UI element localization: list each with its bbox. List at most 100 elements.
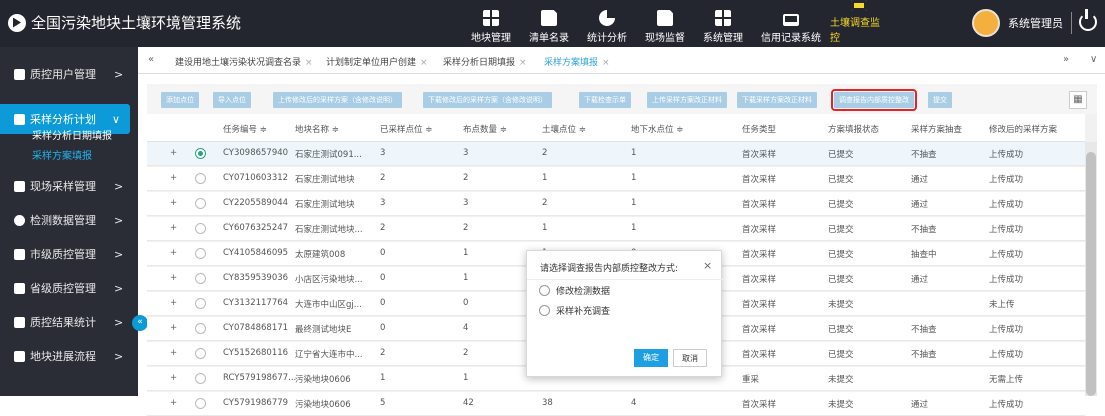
cell-point-count: 1 (463, 373, 469, 383)
table-row[interactable]: + CY0710603312 石家庄测试地块 2 2 1 1 首次采样 已提交 通过 上传成功 (147, 167, 1085, 191)
close-icon[interactable]: × (602, 58, 610, 68)
cell-scheme-check: 通过 (911, 175, 929, 185)
nav-list-directory[interactable]: 清单名录 (520, 0, 578, 47)
expand-row-icon[interactable]: + (170, 148, 177, 158)
close-icon[interactable]: × (420, 58, 428, 68)
expand-row-icon[interactable]: + (170, 248, 177, 258)
expand-row-icon[interactable]: + (170, 223, 177, 233)
row-select-radio[interactable] (195, 248, 206, 259)
logout-icon[interactable] (1079, 9, 1097, 31)
submit-button[interactable]: 提交 (928, 92, 952, 108)
expand-row-icon[interactable]: + (170, 398, 177, 408)
add-point-button[interactable]: 添加点位 (161, 92, 199, 108)
close-icon[interactable]: × (703, 259, 712, 272)
expand-row-icon[interactable]: + (170, 173, 177, 183)
expand-row-icon[interactable]: + (170, 323, 177, 333)
close-icon[interactable]: × (305, 58, 313, 68)
row-select-radio[interactable] (195, 323, 206, 334)
col-plot-name[interactable]: 地块名称 ≑ (295, 123, 339, 135)
expand-row-icon[interactable]: + (170, 198, 177, 208)
nav-field-supervision[interactable]: 现场监督 (636, 0, 694, 47)
table-row[interactable]: + CY3098657940 石家庄测试091... 3 3 2 1 首次采样 已提交 不抽查 上传… (147, 142, 1085, 166)
nav-statistics[interactable]: 统计分析 (578, 0, 636, 47)
row-select-radio[interactable] (195, 148, 206, 159)
cell-scheme-status: 未提交 (828, 300, 854, 310)
internal-qc-rectify-button[interactable]: 调查报告内部质控整改 (831, 89, 917, 111)
expand-row-icon[interactable]: + (170, 373, 177, 383)
col-sampled-points[interactable]: 已采样点位 ≑ (380, 123, 432, 135)
nav-plot-management[interactable]: 地块管理 (462, 0, 520, 47)
cell-sampled-points: 1 (380, 373, 386, 383)
download-checklist-button[interactable]: 下载检查示单 (579, 92, 631, 108)
cell-scheme-check: 不抽查 (911, 150, 937, 160)
row-select-radio[interactable] (195, 273, 206, 284)
table-row[interactable]: + CY6076325247 石家庄测试地块... 2 2 1 1 首次采样 已提交 不抽查 上传成… (147, 217, 1085, 241)
cell-task-type: 重采 (742, 375, 760, 385)
row-select-radio[interactable] (195, 398, 206, 409)
row-select-radio[interactable] (195, 198, 206, 209)
download-correction-button[interactable]: 下载采样方案改正材料 (737, 92, 817, 108)
row-select-radio[interactable] (195, 298, 206, 309)
row-select-radio[interactable] (195, 173, 206, 184)
row-select-radio[interactable] (195, 373, 206, 384)
cell-scheme-status: 已提交 (828, 250, 854, 260)
upload-correction-button[interactable]: 上传采样方案改正材料 (647, 92, 727, 108)
import-points-button[interactable]: 导入点位 (213, 92, 251, 108)
sidebar-item-city-qc[interactable]: 市级质控管理 > (0, 239, 138, 269)
cancel-button[interactable]: 取消 (673, 349, 707, 367)
option-modify-test-data[interactable]: 修改检测数据 (539, 284, 610, 297)
sidebar-item-test-data[interactable]: 检测数据管理 > (0, 205, 138, 235)
sidebar-item-label: 采样分析计划 (30, 113, 96, 126)
radio-button[interactable] (539, 305, 550, 316)
table-row[interactable]: + CY2205589044 石家庄测试地块 3 3 2 1 首次采样 已提交 通过 上传成功 (147, 192, 1085, 216)
sidebar-subitem-sampling-date[interactable]: 采样分析日期填报 (32, 127, 112, 142)
nav-label: 清单名录 (529, 33, 569, 44)
sidebar-item-province-qc[interactable]: 省级质控管理 > (0, 273, 138, 303)
cell-task-id: CY3132117764 (223, 298, 289, 308)
row-select-radio[interactable] (195, 223, 206, 234)
upload-modified-scheme-button[interactable]: 上传修改后的采样方案（含修改说明） (273, 92, 402, 108)
row-select-radio[interactable] (195, 348, 206, 359)
sidebar-item-field-sampling[interactable]: 现场采样管理 > (0, 171, 138, 201)
tab-sampling-scheme[interactable]: 采样方案填报 × (544, 55, 610, 68)
expand-row-icon[interactable]: + (170, 273, 177, 283)
sidebar-item-qc-stats[interactable]: 质控结果统计 > (0, 307, 138, 337)
user-menu[interactable]: 系统管理员 (972, 9, 1072, 37)
tab-scroll-right-icon[interactable]: » (1063, 54, 1069, 65)
tab-sampling-date[interactable]: 采样分析日期填报 × (443, 55, 527, 68)
scrollbar[interactable] (1085, 142, 1097, 396)
col-point-count[interactable]: 布点数量 ≑ (463, 123, 507, 135)
cell-task-type: 首次采样 (742, 400, 777, 410)
expand-row-icon[interactable]: + (170, 298, 177, 308)
tab-unit-user-create[interactable]: 计划制定单位用户创建 × (326, 55, 428, 68)
nav-label: 统计分析 (587, 33, 627, 44)
col-groundwater-points[interactable]: 地下水点位 ≑ (631, 123, 683, 135)
cell-task-id: CY0710603312 (223, 173, 289, 183)
cell-modified-scheme: 上传成功 (989, 250, 1024, 260)
chevron-down-icon: ∨ (112, 112, 121, 126)
col-task-id[interactable]: 任务编号 ≑ (223, 123, 267, 135)
radio-button[interactable] (539, 285, 550, 296)
nav-credit-system[interactable]: 信用记录系统 (752, 0, 830, 47)
document-icon (14, 113, 25, 125)
scrollbar-thumb[interactable] (1086, 152, 1096, 396)
tab-more-icon[interactable]: ∨ (1090, 54, 1097, 65)
expand-row-icon[interactable]: + (170, 348, 177, 358)
sidebar-collapse-button[interactable]: « (132, 315, 148, 331)
print-icon[interactable]: ▦ (1069, 91, 1087, 109)
nav-soil-survey[interactable]: 土壤调查监控 (830, 0, 888, 47)
tab-survey-list[interactable]: 建设用地土壤污染状况调查名录 × (175, 55, 313, 68)
nav-system-management[interactable]: 系统管理 (694, 0, 752, 47)
col-soil-points[interactable]: 土壤点位 ≑ (542, 123, 586, 135)
sidebar-subitem-sampling-scheme[interactable]: 采样方案填报 (32, 147, 92, 162)
sidebar-item-progress-flow[interactable]: 地块进展流程 > (0, 341, 138, 371)
close-icon[interactable]: × (519, 58, 527, 68)
confirm-button[interactable]: 确定 (634, 349, 668, 367)
sidebar-item-qc-users[interactable]: 质控用户管理 > (0, 59, 138, 89)
download-modified-scheme-button[interactable]: 下载修改后的采样方案（含修改说明） (423, 92, 552, 108)
tab-scroll-left-icon[interactable]: « (148, 54, 154, 65)
option-supplementary-survey[interactable]: 采样补充调查 (539, 304, 610, 317)
cell-plot-name: 辽宁省大连市中... (295, 350, 363, 360)
top-bar: 全国污染地块土壤环境管理系统 地块管理 清单名录 统计分析 现场监督 系统管理 … (0, 0, 1105, 47)
cell-modified-scheme: 上传成功 (989, 225, 1024, 235)
